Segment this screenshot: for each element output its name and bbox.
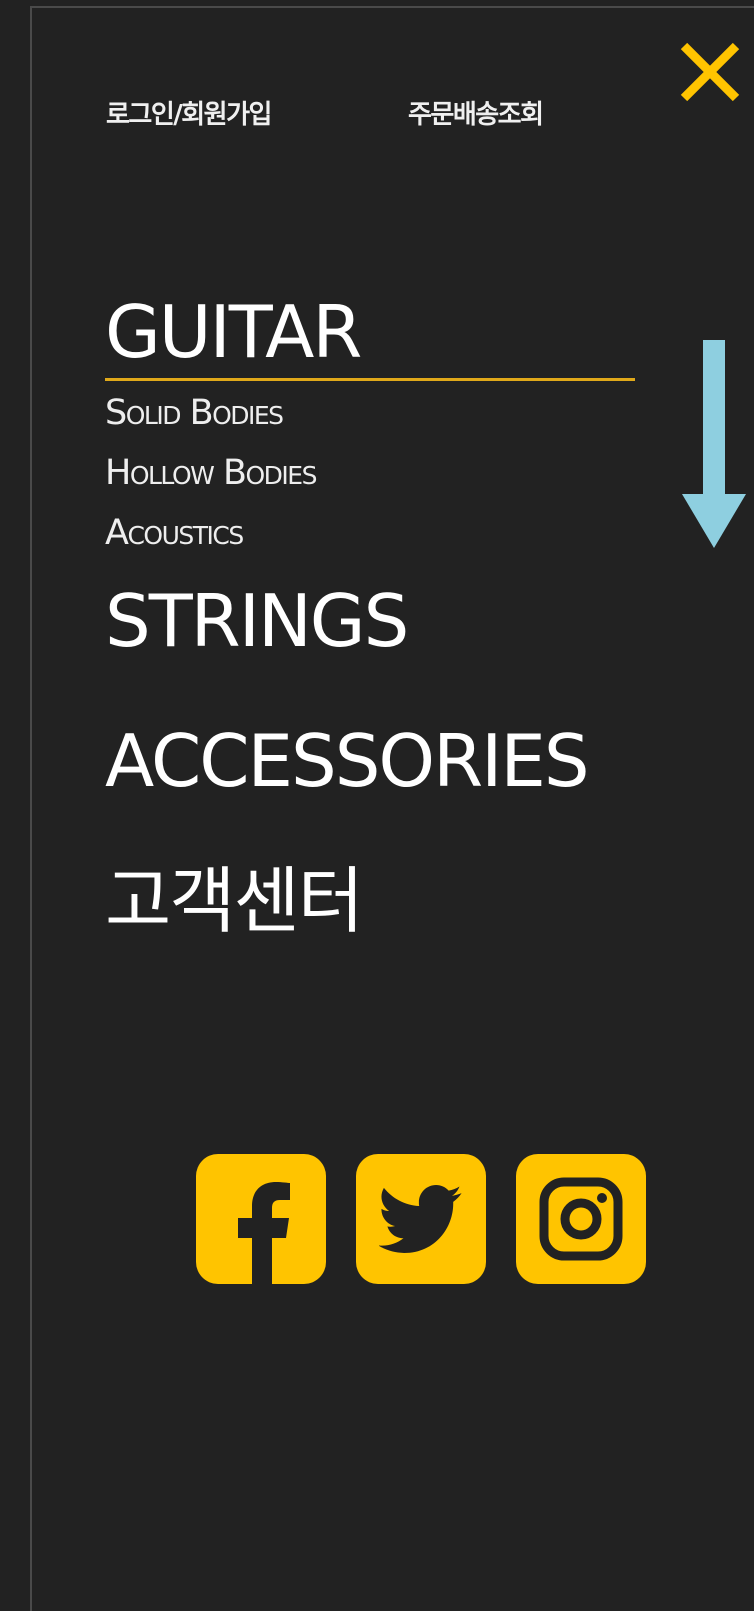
mobile-menu-screen: 로그인/회원가입 주문배송조회 GUITAR Solid Bodies Holl… bbox=[0, 0, 754, 1611]
login-signup-link[interactable]: 로그인/회원가입 bbox=[106, 94, 272, 131]
submenu-item-hollow-bodies[interactable]: Hollow Bodies bbox=[105, 443, 635, 503]
submenu-item-solid-bodies[interactable]: Solid Bodies bbox=[105, 383, 635, 443]
menu-customer-center[interactable]: 고객센터 bbox=[105, 861, 635, 941]
order-tracking-link[interactable]: 주문배송조회 bbox=[408, 94, 544, 131]
close-menu-button[interactable] bbox=[676, 38, 744, 106]
menu-accessories[interactable]: ACCESSORIES bbox=[105, 721, 635, 801]
scroll-down-arrow-icon bbox=[682, 340, 746, 548]
close-icon bbox=[680, 42, 740, 102]
instagram-button[interactable] bbox=[516, 1154, 646, 1284]
instagram-icon bbox=[539, 1177, 623, 1261]
twitter-icon bbox=[379, 1185, 462, 1253]
facebook-icon bbox=[238, 1182, 290, 1284]
facebook-button[interactable] bbox=[196, 1154, 326, 1284]
menu-strings[interactable]: STRINGS bbox=[105, 581, 635, 661]
submenu-item-acoustics[interactable]: Acoustics bbox=[105, 503, 635, 563]
guitar-submenu: Solid Bodies Hollow Bodies Acoustics bbox=[105, 383, 635, 563]
menu-guitar[interactable]: GUITAR bbox=[105, 292, 635, 381]
twitter-button[interactable] bbox=[356, 1154, 486, 1284]
main-menu: GUITAR Solid Bodies Hollow Bodies Acoust… bbox=[105, 292, 635, 941]
